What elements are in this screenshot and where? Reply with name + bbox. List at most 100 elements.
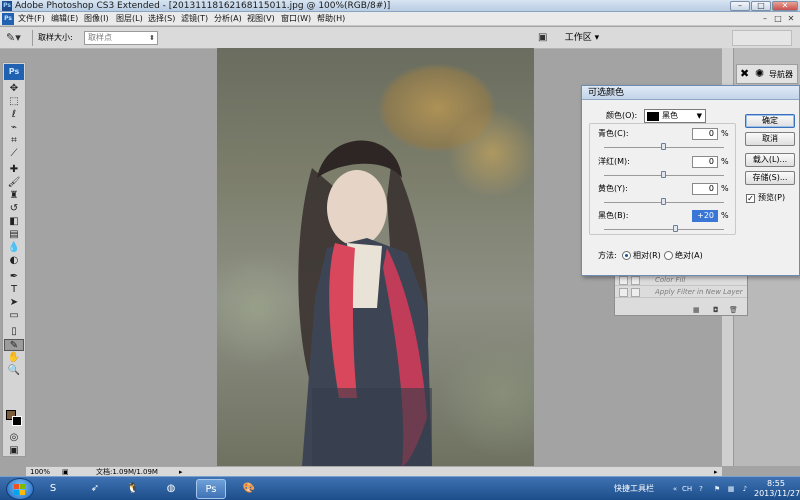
start-button[interactable] xyxy=(6,478,34,500)
slice-icon[interactable]: ⟋ xyxy=(4,148,24,160)
paint-icon[interactable]: 🎨 xyxy=(234,479,264,499)
tools-icon[interactable]: ✖ xyxy=(740,68,749,80)
eyedropper-icon[interactable]: ✎ xyxy=(4,339,24,351)
maximize-button[interactable]: □ xyxy=(751,1,771,11)
dialog-title-bar[interactable]: 可选颜色 xyxy=(582,86,799,100)
toggle-checkbox[interactable] xyxy=(619,276,628,285)
menu-layer[interactable]: 图层(L) xyxy=(116,12,143,26)
eraser-icon[interactable]: ◧ xyxy=(4,216,24,228)
bird-app-icon[interactable]: ➶ xyxy=(80,479,110,499)
hand-icon[interactable]: ✋ xyxy=(4,352,24,364)
new-set-icon[interactable]: ▦ xyxy=(693,305,700,315)
action-name: Color Fill xyxy=(655,276,686,284)
photoshop-menu-icon[interactable]: Ps xyxy=(2,13,14,25)
new-action-icon[interactable]: ◘ xyxy=(713,305,719,315)
menu-filter[interactable]: 滤镜(T) xyxy=(181,12,208,26)
yellow-slider-thumb[interactable] xyxy=(661,198,666,205)
navigator-tab[interactable]: ✖ ✺ 导航器 xyxy=(736,64,798,84)
absolute-radio[interactable] xyxy=(664,251,673,260)
workspace-button[interactable]: 工作区 ▾ xyxy=(562,30,602,46)
brush-icon[interactable]: 🖌 xyxy=(4,177,24,189)
background-color-swatch[interactable] xyxy=(12,416,22,426)
screen-mode-icon[interactable]: ▣ xyxy=(4,445,24,457)
bridge-icon[interactable]: ▣ xyxy=(538,32,554,44)
pen-icon[interactable]: ✒ xyxy=(4,271,24,283)
preview-label: 预览(P) xyxy=(758,193,786,202)
help-icon[interactable]: ? xyxy=(696,484,706,494)
photoshop-task-icon[interactable]: Ps xyxy=(196,479,226,499)
method-label: 方法: xyxy=(598,251,617,260)
save-button[interactable]: 存储(S)... xyxy=(745,171,795,185)
crop-icon[interactable]: ⌗ xyxy=(4,135,24,147)
menu-file[interactable]: 文件(F) xyxy=(18,12,45,26)
doc-close-button[interactable]: ✕ xyxy=(786,14,796,24)
marquee-icon[interactable]: ⬚ xyxy=(4,96,24,108)
network-icon[interactable]: ▦ xyxy=(726,484,736,494)
menu-help[interactable]: 帮助(H) xyxy=(317,12,345,26)
relative-radio[interactable] xyxy=(622,251,631,260)
quick-select-icon[interactable]: ⌁ xyxy=(4,122,24,134)
browser-icon[interactable]: ◍ xyxy=(156,479,186,499)
magenta-input[interactable]: 0 xyxy=(692,156,718,168)
cyan-slider-thumb[interactable] xyxy=(661,143,666,150)
close-button[interactable]: ✕ xyxy=(772,1,798,11)
menu-analysis[interactable]: 分析(A) xyxy=(214,12,242,26)
dodge-icon[interactable]: ◐ xyxy=(4,255,24,267)
dialog-toggle[interactable] xyxy=(631,288,640,297)
ok-button[interactable]: 确定 xyxy=(745,114,795,128)
black-slider-track[interactable] xyxy=(604,229,724,230)
zoom-icon[interactable]: 🔍 xyxy=(4,365,24,377)
magenta-slider-thumb[interactable] xyxy=(661,171,666,178)
cyan-input[interactable]: 0 xyxy=(692,128,718,140)
menu-select[interactable]: 选择(S) xyxy=(148,12,175,26)
action-row[interactable]: Apply Filter in New Layer xyxy=(615,287,747,298)
quick-mask-icon[interactable]: ◎ xyxy=(4,432,24,444)
input-method-label[interactable]: CH xyxy=(682,484,692,494)
sample-size-select[interactable]: 取样点 ⬍ xyxy=(84,31,158,45)
color-select[interactable]: 黑色 ▼ xyxy=(644,109,706,123)
menu-image[interactable]: 图像(I) xyxy=(84,12,109,26)
minimize-button[interactable]: – xyxy=(730,1,750,11)
menu-edit[interactable]: 编辑(E) xyxy=(51,12,78,26)
preview-checkbox[interactable]: ✓ xyxy=(746,194,755,203)
flag-icon[interactable]: ⚑ xyxy=(712,484,722,494)
action-row[interactable]: Color Fill xyxy=(615,275,747,286)
doc-minimize-button[interactable]: – xyxy=(760,14,770,24)
navigator-label: 导航器 xyxy=(769,70,793,79)
toggle-checkbox[interactable] xyxy=(619,288,628,297)
black-input[interactable]: +20 xyxy=(692,210,718,222)
eyedropper-icon[interactable]: ✎▾ xyxy=(6,31,26,45)
notes-icon[interactable]: ▯ xyxy=(4,326,24,338)
volume-icon[interactable]: ♪ xyxy=(740,484,750,494)
shape-icon[interactable]: ▭ xyxy=(4,310,24,322)
move-icon[interactable]: ✥ xyxy=(4,83,24,95)
clock-date[interactable]: 2013/11/27 xyxy=(754,489,800,499)
clock-time[interactable]: 8:55 xyxy=(758,479,794,489)
ps-logo[interactable]: Ps xyxy=(4,64,24,80)
qq-icon[interactable]: 🐧 xyxy=(118,479,148,499)
sample-size-value: 取样点 xyxy=(88,33,112,42)
load-button[interactable]: 载入(L)... xyxy=(745,153,795,167)
blur-icon[interactable]: 💧 xyxy=(4,242,24,254)
sogou-icon[interactable]: S xyxy=(38,479,68,499)
dialog-toggle[interactable] xyxy=(631,276,640,285)
heal-icon[interactable]: ✚ xyxy=(4,164,24,176)
clone-stamp-icon[interactable]: ♜ xyxy=(4,190,24,202)
black-slider-thumb[interactable] xyxy=(673,225,678,232)
tray-expand-icon[interactable]: « xyxy=(670,484,680,494)
path-select-icon[interactable]: ➤ xyxy=(4,297,24,309)
document-canvas[interactable] xyxy=(217,48,534,466)
cancel-button[interactable]: 取消 xyxy=(745,132,795,146)
menu-view[interactable]: 视图(V) xyxy=(247,12,275,26)
type-icon[interactable]: T xyxy=(4,284,24,296)
doc-restore-button[interactable]: □ xyxy=(773,14,783,24)
lasso-icon[interactable]: ℓ xyxy=(4,109,24,121)
action-name: Apply Filter in New Layer xyxy=(655,288,743,296)
history-brush-icon[interactable]: ↺ xyxy=(4,203,24,215)
menu-window[interactable]: 窗口(W) xyxy=(281,12,311,26)
yellow-input[interactable]: 0 xyxy=(692,183,718,195)
gear-icon[interactable]: ✺ xyxy=(755,68,764,80)
gradient-icon[interactable]: ▤ xyxy=(4,229,24,241)
quick-launch-label[interactable]: 快捷工具栏 xyxy=(614,477,654,500)
trash-icon[interactable]: 🗑 xyxy=(729,305,738,315)
